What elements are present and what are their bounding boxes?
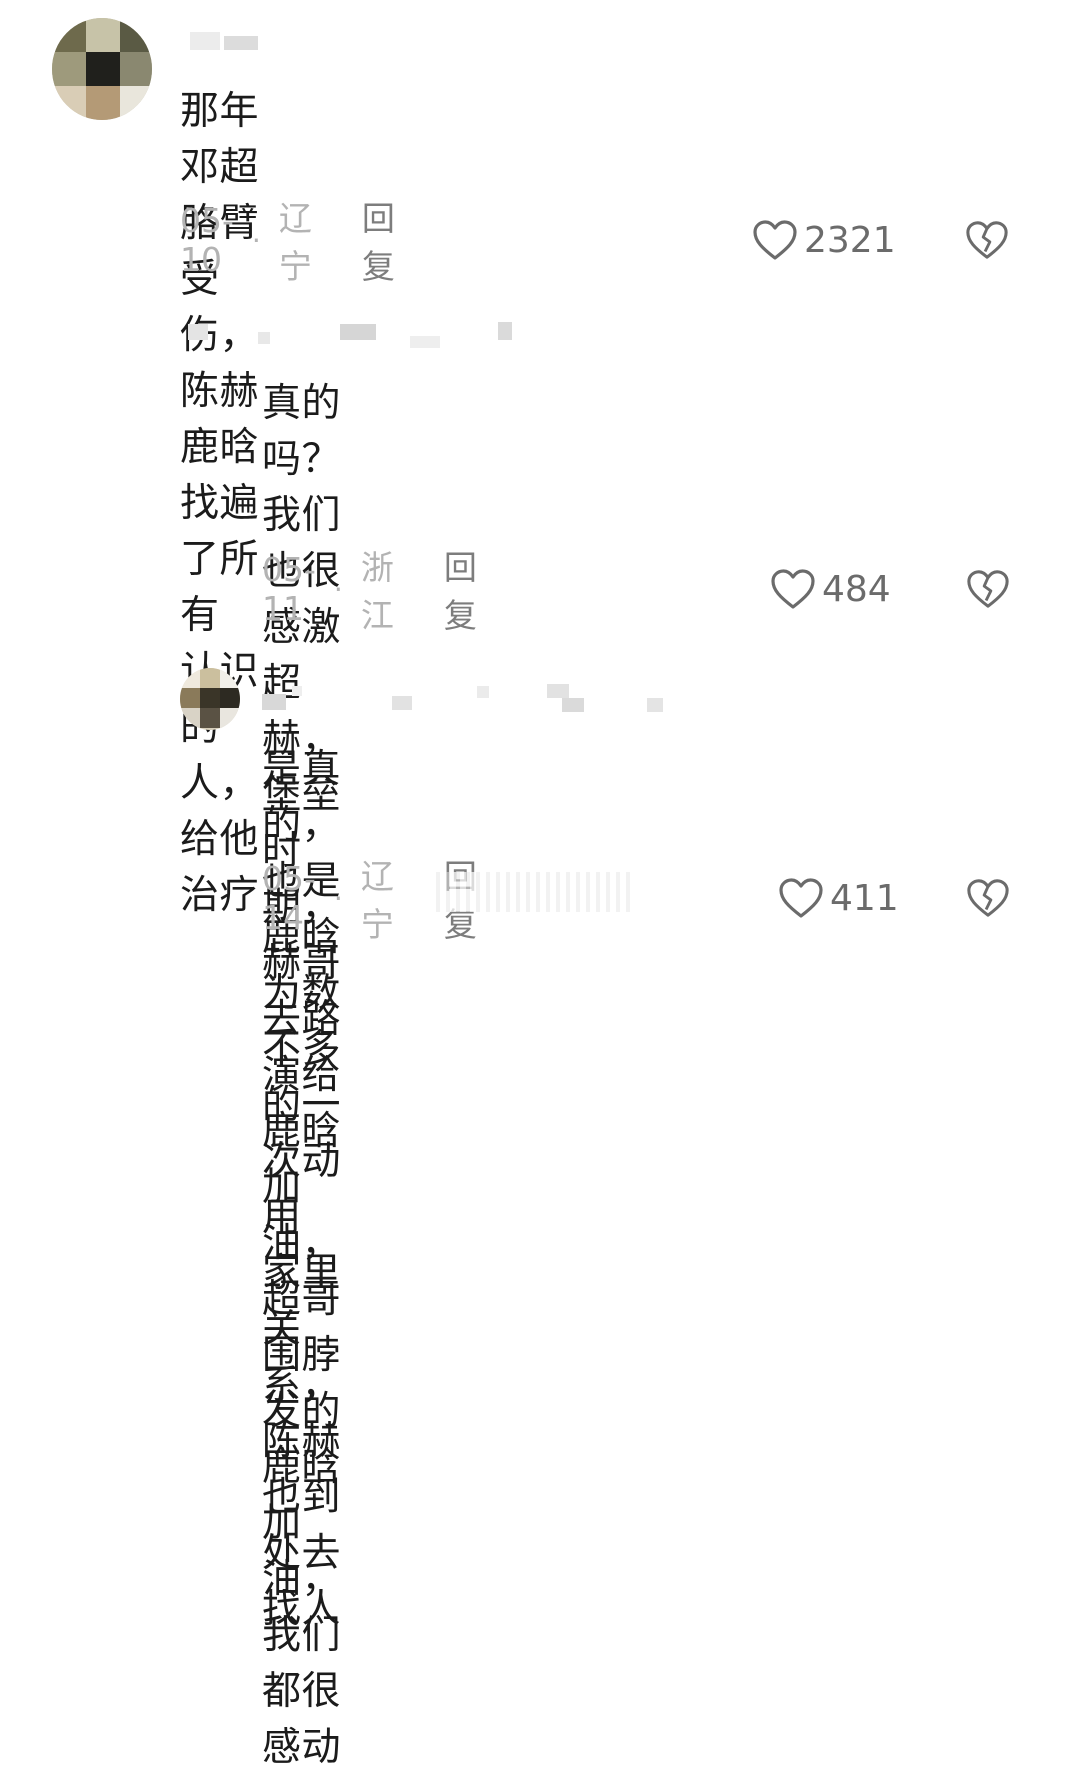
comment-meta: 05-10 · 辽宁 回复 <box>180 199 395 286</box>
comment-date: 05-14 <box>262 859 316 937</box>
username[interactable] <box>190 30 270 54</box>
username[interactable] <box>262 682 672 718</box>
like-button[interactable]: 2321 <box>752 218 896 262</box>
broken-heart-icon[interactable] <box>965 218 1009 262</box>
like-button[interactable]: 484 <box>770 567 891 611</box>
comment-date: 05-11 <box>262 550 316 628</box>
meta-separator: · <box>251 223 261 257</box>
avatar[interactable] <box>52 18 152 120</box>
comment-location: 辽宁 <box>278 199 312 286</box>
comment-meta: 05-11 · 浙江 回复 <box>262 548 477 635</box>
reply-button[interactable]: 回复 <box>362 192 395 288</box>
comment-date: 05-10 <box>180 201 234 279</box>
heart-outline-icon <box>771 569 815 609</box>
comment-location: 辽宁 <box>360 857 394 944</box>
like-count: 411 <box>830 877 899 919</box>
like-count: 484 <box>822 568 891 610</box>
meta-separator: · <box>333 881 343 915</box>
like-count: 2321 <box>804 219 896 261</box>
comment-location: 浙江 <box>360 548 394 635</box>
watermark-overlay <box>430 872 630 912</box>
heart-outline-icon <box>753 220 797 260</box>
reply-button[interactable]: 回复 <box>444 541 477 637</box>
meta-separator: · <box>333 572 343 606</box>
broken-heart-icon[interactable] <box>966 876 1010 920</box>
avatar[interactable] <box>180 668 240 730</box>
username[interactable] <box>188 320 528 354</box>
broken-heart-icon[interactable] <box>966 567 1010 611</box>
like-button[interactable]: 411 <box>778 876 899 920</box>
